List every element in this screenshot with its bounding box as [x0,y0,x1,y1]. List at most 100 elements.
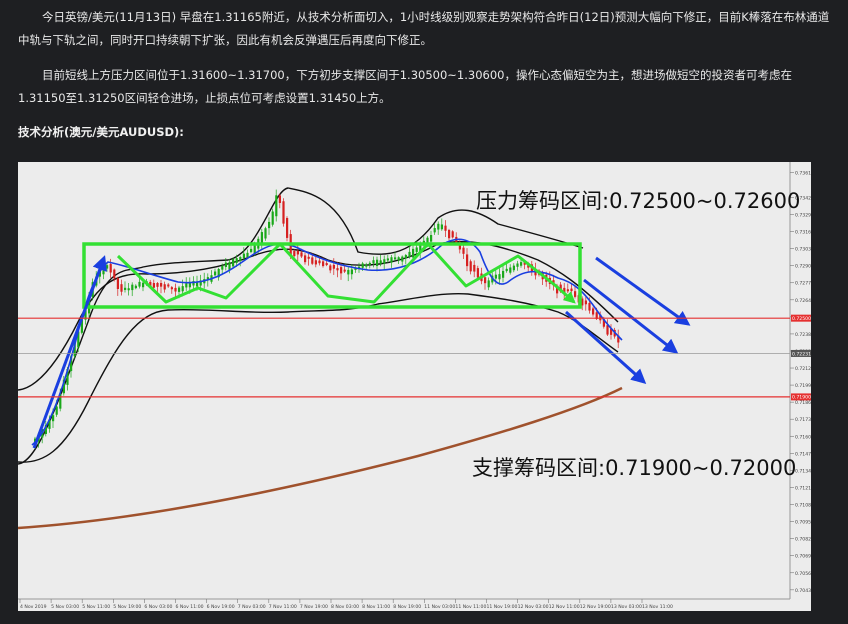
candle-body [494,274,497,279]
plot-area [18,162,790,599]
candle-body [167,284,170,287]
time-tick-label: 11 Nov 19:00 [487,604,518,610]
price-tick-label: 0.71600 [795,434,811,440]
candle-body [520,262,523,266]
price-tick-label: 0.70690 [795,554,811,560]
candle-body [397,257,400,261]
candle-body [386,258,389,261]
candle-body [570,288,573,291]
candle-body [242,253,245,259]
candle-body [286,217,289,238]
price-tick-label: 0.73030 [795,247,811,253]
candle-body [116,278,119,289]
price-tick-label: 0.70820 [795,537,811,543]
candle-body [120,284,123,292]
candle-body [466,254,469,267]
candle-body [268,221,271,229]
time-tick-label: 7 Nov 19:00 [300,604,328,610]
time-tick-label: 13 Nov 11:00 [642,604,673,610]
price-tick-label: 0.70560 [795,571,811,577]
candle-body [473,264,476,272]
candle-body [430,235,433,242]
candle-body [476,268,479,278]
price-tick-label: 0.71080 [795,503,811,509]
candle-body [487,280,490,288]
candle-body [484,277,487,284]
time-tick-label: 7 Nov 03:00 [238,604,266,610]
price-tick-label: 0.72900 [795,264,811,270]
candle-body [134,285,137,289]
price-tick-label: 0.70430 [795,588,811,594]
candle-body [296,250,299,255]
candle-body [343,269,346,272]
analysis-paragraph-2: 目前短线上方压力区间位于1.31600~1.31700，下方初步支撑区间于1.3… [18,68,792,105]
candle-body [379,260,382,264]
candle-body [250,248,253,253]
time-tick-label: 6 Nov 19:00 [207,604,235,610]
time-tick-label: 7 Nov 11:00 [269,604,297,610]
candle-body [260,232,263,243]
candle-body [415,247,418,252]
time-tick-label: 5 Nov 19:00 [113,604,141,610]
candle-body [106,265,109,269]
candle-body [509,267,512,273]
candle-body [322,261,325,267]
candle-body [138,281,141,287]
price-tick-label: 0.73610 [795,170,811,176]
candle-body [221,265,224,270]
candle-body [361,263,364,268]
audusd-chart: 0.736100.734200.732900.731600.730300.729… [18,162,811,611]
candle-body [235,258,238,263]
candle-body [325,263,328,266]
candle-body [440,224,443,230]
candle-body [512,265,515,271]
section-heading: 技术分析(澳元/美元AUDUSD): [18,125,184,139]
price-tick-label: 0.72640 [795,298,811,304]
time-tick-label: 8 Nov 11:00 [362,604,390,610]
time-tick-label: 11 Nov 11:00 [455,604,486,610]
price-tick-label: 0.71990 [795,383,811,389]
time-tick-label: 8 Nov 19:00 [393,604,421,610]
candle-body [127,288,130,291]
price-axis: 0.736100.734200.732900.731600.730300.729… [790,170,811,594]
time-tick-label: 12 Nov 19:00 [580,604,611,610]
candle-body [109,264,112,273]
candle-body [372,260,375,264]
time-tick-label: 6 Nov 11:00 [176,604,204,610]
candle-body [502,270,505,278]
candle-body [336,268,339,271]
candle-body [55,406,58,415]
candle-body [113,269,116,279]
candle-body [390,257,393,263]
candle-body [433,228,436,233]
candle-body [174,287,177,292]
candle-body [228,262,231,270]
candle-body [584,300,587,305]
candle-body [412,248,415,258]
candle-body [160,282,163,287]
candle-body [448,229,451,239]
chart-canvas: 0.736100.734200.732900.731600.730300.729… [18,162,811,610]
price-tick-label: 0.71470 [795,451,811,457]
candle-body [300,252,303,257]
candle-body [232,258,235,267]
candle-body [437,223,440,230]
price-tick-label: 0.71210 [795,485,811,491]
time-tick-label: 13 Nov 03:00 [611,604,642,610]
analysis-paragraph-1: 今日英镑/美元(11月13日) 早盘在1.31165附近，从技术分析面切入，1小… [18,10,830,47]
candle-body [606,325,609,335]
candle-body [293,250,296,257]
candle-body [329,265,332,271]
time-axis: 4 Nov 2019 5 Nov 03:00 5 Nov 11:00 5 Nov 19… [19,599,673,610]
candle-body [408,251,411,258]
candle-body [314,260,317,265]
candle-body [188,283,191,288]
candle-body [196,282,199,287]
candle-body [52,415,55,422]
price-tick-label: 0.71860 [795,400,811,406]
candle-body [350,269,353,275]
price-tick-label: 0.73160 [795,230,811,236]
resistance-zone-label: 压力筹码区间:0.72500~0.72600 [476,189,800,213]
candle-body [239,257,242,261]
time-tick-label: 12 Nov 03:00 [518,604,549,610]
